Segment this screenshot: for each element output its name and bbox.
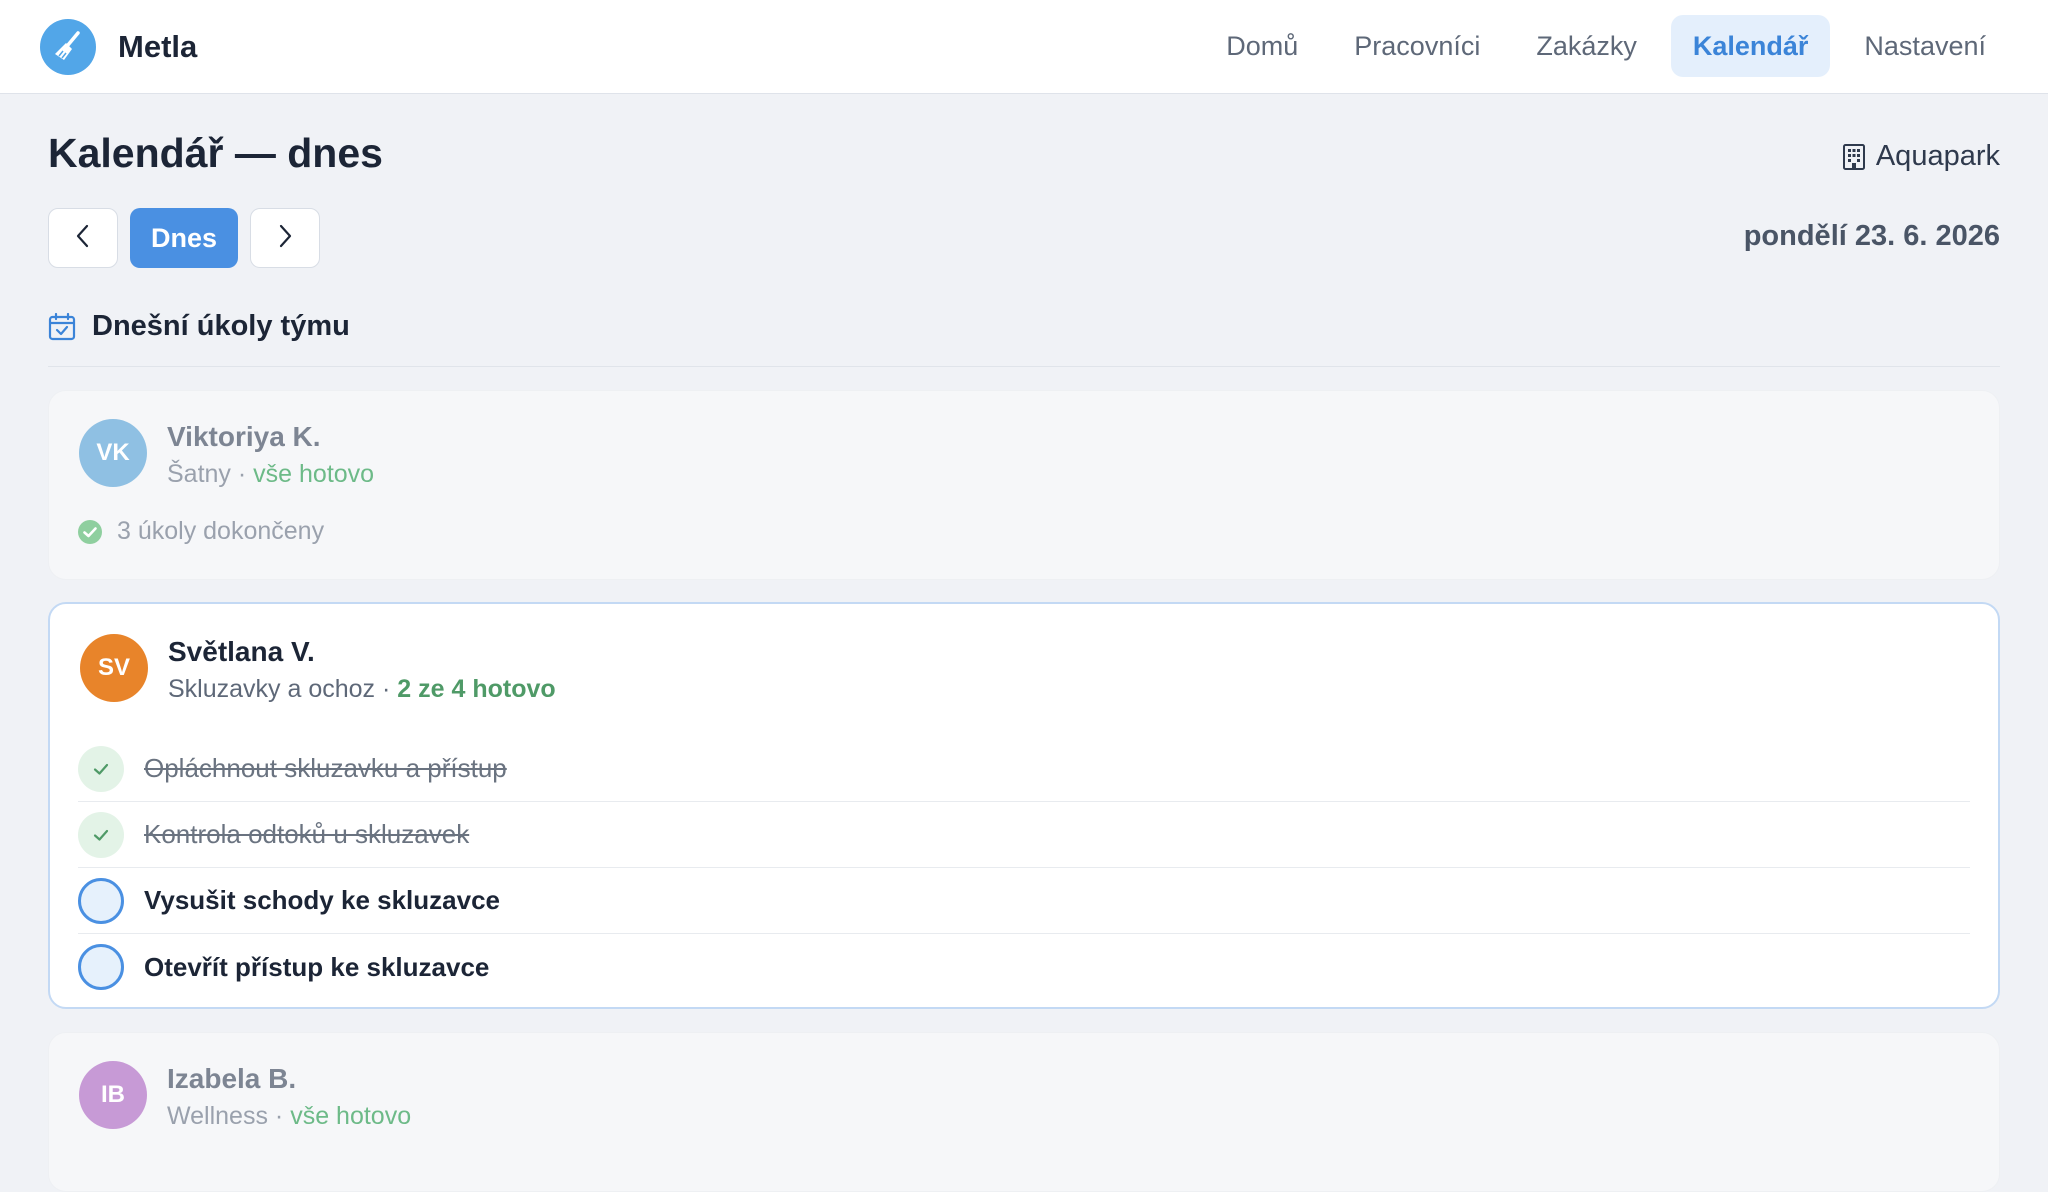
location-label: Aquapark (1875, 140, 2000, 172)
worker-card[interactable]: IB Izabela B. Wellness · vše hotovo (48, 1032, 2000, 1192)
separator: · (274, 1102, 284, 1130)
task-label: Otevřít přístup ke skluzavce (144, 951, 490, 982)
chevron-right-icon (277, 223, 293, 254)
status-text: vše hotovo (290, 1102, 412, 1130)
task-list: Opláchnout skluzavku a přístup Kontrola … (78, 736, 1970, 1000)
location-selector[interactable]: Aquapark (1842, 140, 2000, 173)
prev-day-button[interactable] (48, 208, 118, 268)
separator: · (237, 460, 247, 488)
separator: · (382, 675, 391, 703)
calendar-check-icon (48, 312, 76, 341)
today-button[interactable]: Dnes (130, 208, 238, 268)
task-label: Vysušit schody ke skluzavce (144, 885, 501, 915)
current-date: pondělí 23. 6. 2026 (1743, 220, 2000, 252)
task-checkbox[interactable] (78, 877, 124, 924)
summary-text: 3 úkoly dokončeny (117, 517, 325, 545)
page-title: Kalendář — dnes (48, 130, 383, 176)
worker-area: Šatny (167, 460, 231, 488)
nav-item-zakazky[interactable]: Zakázky (1514, 15, 1659, 77)
worker-subtitle: Wellness · vše hotovo (167, 1102, 411, 1131)
avatar: VK (79, 419, 147, 487)
check-circle-icon (77, 519, 103, 545)
worker-name: Viktoriya K. (167, 421, 321, 452)
worker-card[interactable]: VK Viktoriya K. Šatny · vše hotovo 3 úko… (48, 390, 2000, 580)
chevron-left-icon (75, 223, 91, 254)
top-bar: Metla Domů Pracovníci Zakázky Kalendář N… (0, 0, 2048, 94)
check-icon (93, 763, 109, 775)
app-name: Metla (118, 29, 198, 64)
worker-subtitle: Skluzavky a ochoz · 2 ze 4 hotovo (168, 675, 556, 704)
avatar: SV (80, 634, 148, 702)
main-nav: Domů Pracovníci Zakázky Kalendář Nastave… (1204, 15, 2008, 77)
section-divider (48, 366, 2000, 367)
nav-item-domu[interactable]: Domů (1204, 15, 1320, 77)
nav-item-pracovnici[interactable]: Pracovníci (1332, 15, 1502, 77)
task-label: Kontrola odtoků u skluzavek (144, 819, 470, 849)
broom-icon (40, 19, 96, 75)
status-text: vše hotovo (253, 460, 375, 488)
task-checkbox[interactable] (78, 944, 124, 990)
status-text: 2 ze 4 hotovo (397, 675, 556, 703)
task-item[interactable]: Kontrola odtoků u skluzavek (78, 802, 1970, 868)
next-day-button[interactable] (250, 208, 320, 268)
worker-name: Světlana V. (168, 636, 315, 667)
day-navigation: Dnes (48, 208, 320, 268)
nav-item-kalendar[interactable]: Kalendář (1670, 15, 1831, 77)
worker-name: Izabela B. (167, 1063, 297, 1094)
task-label: Opláchnout skluzavku a přístup (144, 753, 507, 783)
worker-area: Skluzavky a ochoz (168, 675, 376, 703)
section-title: Dnešní úkoly týmu (92, 310, 350, 342)
task-item[interactable]: Otevřít přístup ke skluzavce (78, 934, 1970, 1000)
task-checkbox[interactable] (78, 745, 124, 792)
building-icon (1842, 143, 1866, 171)
nav-item-nastaveni[interactable]: Nastavení (1842, 15, 2008, 77)
task-item[interactable]: Opláchnout skluzavku a přístup (78, 736, 1970, 802)
worker-area: Wellness (167, 1102, 268, 1130)
completed-summary: 3 úkoly dokončeny (77, 517, 324, 546)
avatar: IB (79, 1061, 147, 1129)
check-icon (93, 829, 109, 841)
task-checkbox[interactable] (78, 811, 124, 858)
task-item[interactable]: Vysušit schody ke skluzavce (78, 868, 1970, 934)
section-header: Dnešní úkoly týmu (48, 310, 350, 343)
worker-subtitle: Šatny · vše hotovo (167, 460, 374, 489)
brand[interactable]: Metla (40, 19, 197, 75)
worker-card-active[interactable]: SV Světlana V. Skluzavky a ochoz · 2 ze … (48, 602, 2000, 1009)
